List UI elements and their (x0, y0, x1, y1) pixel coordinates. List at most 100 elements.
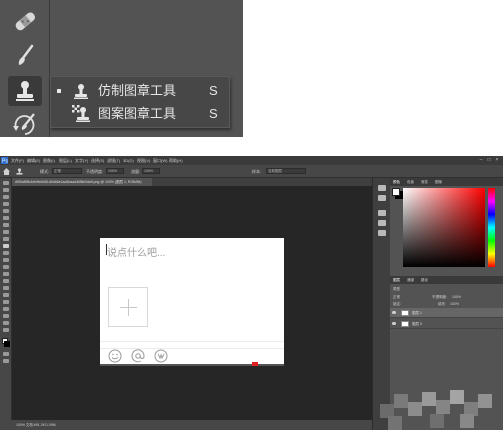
clone-stamp-tool-icon[interactable] (3, 244, 9, 248)
red-mark (252, 362, 258, 366)
eyedropper-tool-icon[interactable] (3, 223, 9, 227)
right-panels: 颜色 色板 渐变 图案 图层 通道 路径 类型 正常 不透明度: 100% 锁定… (380, 178, 503, 430)
fill-label: 填充: (438, 302, 446, 306)
healing-brush-tool-icon[interactable] (3, 230, 9, 234)
hand-tool-icon[interactable] (3, 314, 9, 318)
topic-icon[interactable] (154, 349, 168, 363)
flyout-item-pattern-stamp[interactable]: 图案图章工具 S (51, 103, 229, 125)
quick-select-tool-icon[interactable] (3, 202, 9, 206)
emoji-icon[interactable] (108, 349, 122, 363)
tab-gradients[interactable]: 渐变 (421, 180, 428, 185)
menu-filter[interactable]: 滤镜(T) (107, 158, 120, 164)
layer-row[interactable]: 图层 1 (390, 308, 503, 318)
history-panel-icon[interactable] (378, 185, 386, 191)
layer-kind-filter[interactable]: 类型 (393, 287, 400, 292)
hue-slider[interactable] (488, 188, 495, 267)
menu-select[interactable]: 选择(S) (91, 158, 104, 164)
lasso-tool-icon[interactable] (3, 195, 9, 199)
fill-value[interactable]: 100% (450, 302, 459, 306)
crop-tool-icon[interactable] (3, 209, 9, 213)
mosaic-block (436, 400, 450, 414)
tab-paths[interactable]: 路径 (421, 278, 428, 283)
document-tab-title: d9f0c8f5b4eb9fe6d51d0db5e1aa3baad4bf8e0d… (15, 180, 142, 184)
layer-opacity-value[interactable]: 100% (452, 295, 461, 299)
flow-field[interactable]: 100% (142, 168, 160, 174)
home-icon[interactable] (3, 168, 10, 175)
properties-panel-icon[interactable] (378, 195, 386, 201)
comment-placeholder[interactable]: 说点什么吧... (107, 244, 165, 259)
clone-source-panel-icon[interactable] (378, 220, 386, 226)
brush-icon (18, 44, 34, 65)
menu-type[interactable]: 文字(Y) (75, 158, 88, 164)
opacity-field[interactable]: 100% (106, 168, 124, 174)
bandage-icon (15, 12, 36, 31)
minimize-icon[interactable]: – (478, 157, 484, 163)
menu-layer[interactable]: 图层(L) (59, 158, 72, 164)
eye-icon[interactable] (392, 311, 396, 314)
blend-mode-select[interactable]: 正常 (393, 295, 400, 300)
brush-tool-icon[interactable] (3, 237, 9, 241)
menu-bar: Ps 文件(F) 编辑(E) 图像(I) 图层(L) 文字(Y) 选择(S) 滤… (0, 156, 503, 165)
at-mention-icon[interactable] (131, 349, 145, 363)
menu-view[interactable]: 视图(V) (137, 158, 150, 164)
gradient-tool-icon[interactable] (3, 265, 9, 269)
mode-select[interactable]: 正常 (52, 168, 82, 174)
document-canvas[interactable]: 说点什么吧... (100, 238, 284, 366)
document-tab[interactable]: d9f0c8f5b4eb9fe6d51d0db5e1aa3baad4bf8e0d… (12, 178, 152, 186)
history-brush-tool-icon[interactable] (3, 251, 9, 255)
move-tool-icon[interactable] (3, 181, 9, 185)
path-select-tool-icon[interactable] (3, 300, 9, 304)
zoom-tool-icon[interactable] (3, 321, 9, 325)
mosaic-block (460, 414, 474, 428)
marquee-tool-icon[interactable] (3, 188, 9, 192)
pen-tool-icon[interactable] (3, 286, 9, 290)
clone-stamp-icon[interactable] (16, 168, 23, 175)
color-saturation-field[interactable] (403, 188, 485, 267)
eraser-tool-icon[interactable] (3, 258, 9, 262)
eye-icon[interactable] (392, 322, 396, 325)
menu-edit[interactable]: 编辑(E) (27, 158, 40, 164)
quick-mask-icon[interactable] (3, 352, 9, 356)
tab-layers[interactable]: 图层 (393, 278, 400, 283)
foreground-swatch[interactable] (392, 188, 400, 196)
menu-window[interactable]: 窗口(W) (153, 158, 167, 164)
sample-label: 样本: (252, 169, 262, 174)
character-panel-icon[interactable] (378, 230, 386, 236)
shape-tool-icon[interactable] (3, 307, 9, 311)
healing-brush-tool[interactable] (8, 6, 42, 36)
maximize-icon[interactable]: □ (486, 157, 492, 163)
layer-row[interactable]: 图层 0 (390, 319, 503, 329)
status-bar: 100% 文档:691.2K/1.09M (0, 420, 372, 430)
more-tools-icon[interactable] (3, 328, 9, 332)
tab-patterns[interactable]: 图案 (435, 180, 442, 185)
mosaic-block (450, 390, 464, 404)
add-image-box[interactable] (108, 287, 148, 327)
menu-image[interactable]: 图像(I) (43, 158, 55, 164)
tab-channels[interactable]: 通道 (407, 278, 414, 283)
background-color-swatch[interactable] (4, 341, 10, 347)
frame-tool-icon[interactable] (3, 216, 9, 220)
tab-color[interactable]: 颜色 (393, 180, 400, 185)
clone-stamp-tool[interactable] (8, 76, 42, 106)
layer-thumbnail (401, 310, 409, 316)
mosaic-block (478, 394, 492, 408)
sample-select[interactable]: 当前图层 (266, 168, 306, 174)
brush-panel-icon[interactable] (378, 210, 386, 216)
menu-file[interactable]: 文件(F) (11, 158, 24, 164)
type-tool-icon[interactable] (3, 293, 9, 297)
blur-tool-icon[interactable] (3, 272, 9, 276)
layers-panel: 类型 正常 不透明度: 100% 锁定: 填充: 100% 图层 1 图层 0 (380, 284, 503, 430)
menu-help[interactable]: 帮助(H) (169, 158, 183, 164)
close-icon[interactable]: × (494, 157, 500, 163)
flyout-item-clone-stamp[interactable]: 仿制图章工具 S (51, 80, 229, 102)
dodge-tool-icon[interactable] (3, 279, 9, 283)
brush-tool[interactable] (8, 40, 42, 70)
divider (100, 348, 284, 349)
color-panel-tabs: 颜色 色板 渐变 图案 (390, 178, 503, 186)
history-brush-tool[interactable] (8, 108, 42, 137)
panel-icon-column (372, 178, 390, 430)
screen-mode-icon[interactable] (3, 359, 9, 363)
mosaic-block (388, 416, 402, 430)
tab-swatches[interactable]: 色板 (407, 180, 414, 185)
menu-3d[interactable]: 3D(D) (123, 158, 134, 163)
